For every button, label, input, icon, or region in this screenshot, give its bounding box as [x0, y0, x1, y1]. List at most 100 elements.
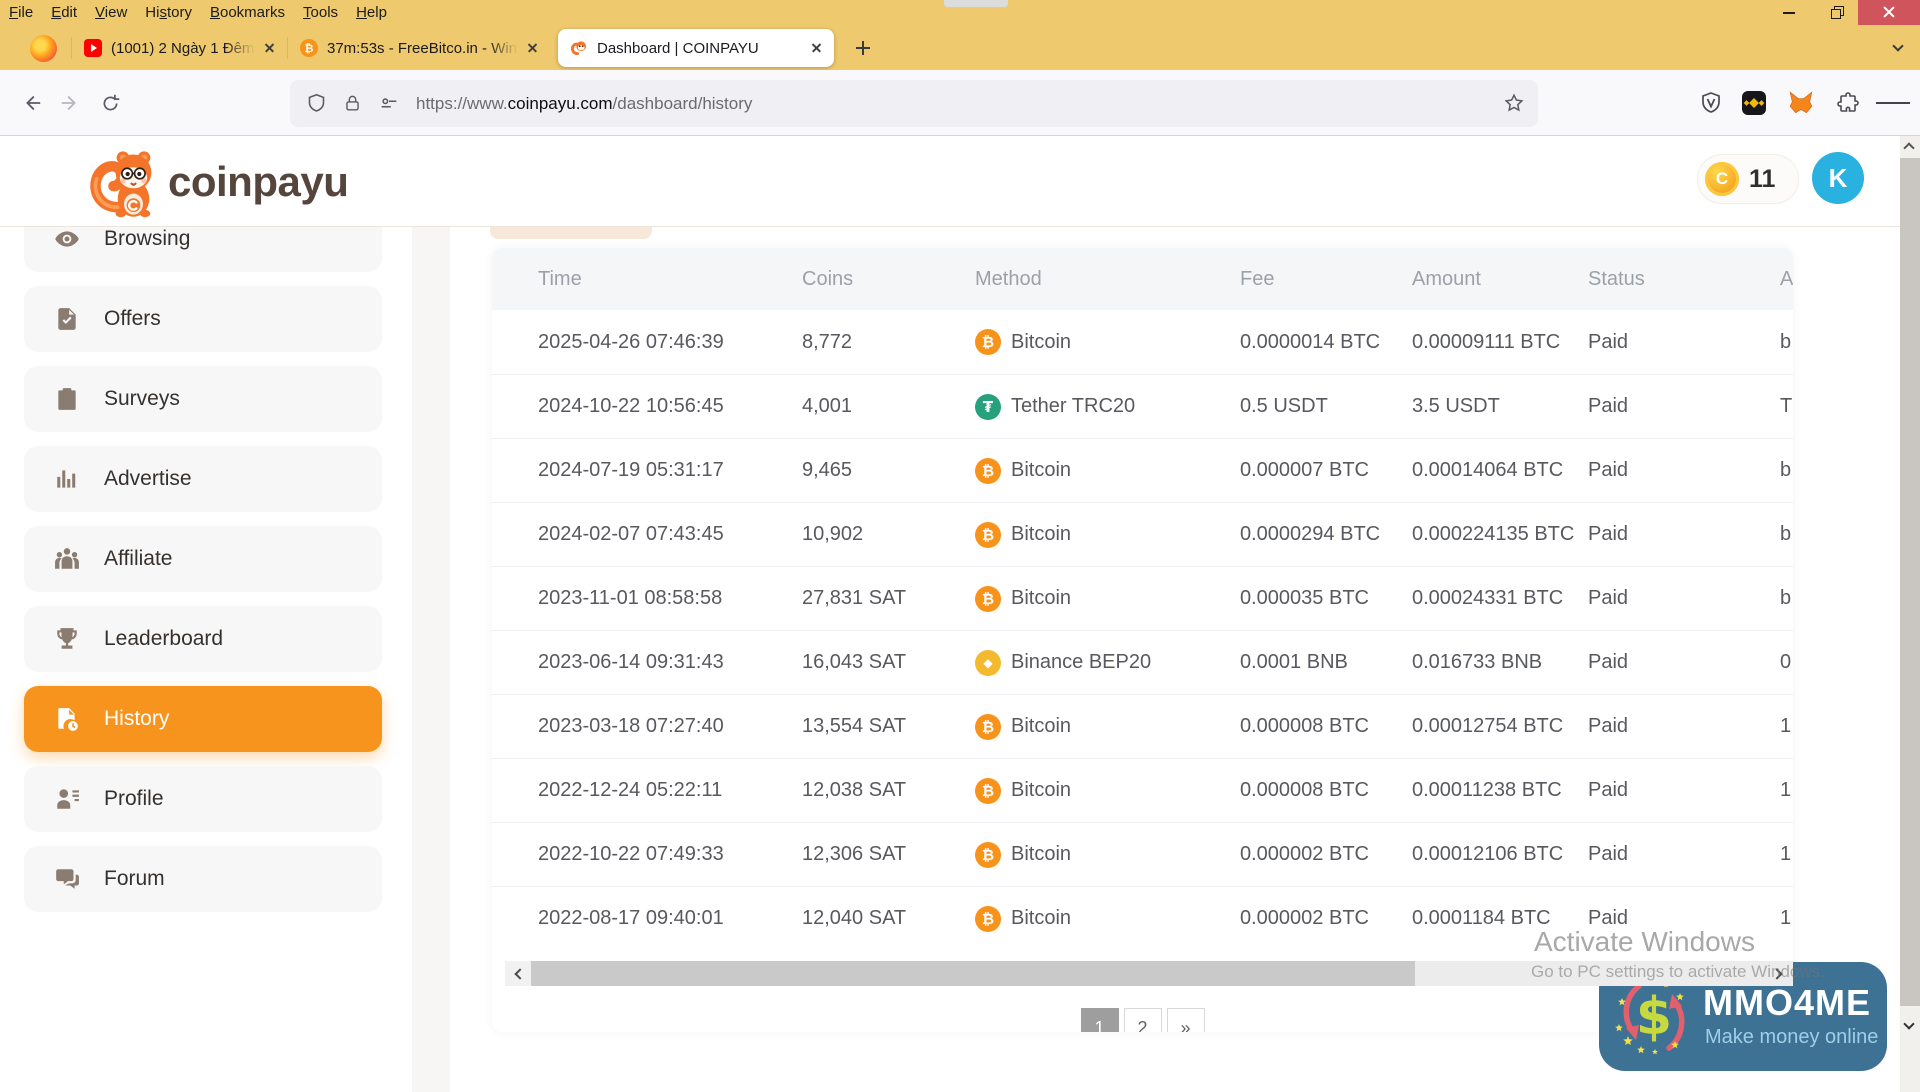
cell-method: ₿Bitcoin [975, 329, 1240, 355]
cell-method: ₿Bitcoin [975, 586, 1240, 612]
vertical-scrollbar[interactable] [1900, 136, 1920, 1092]
forward-button[interactable] [52, 85, 88, 121]
youtube-favicon-icon [84, 39, 102, 57]
cell-fee: 0.000008 BTC [1240, 715, 1412, 738]
vertical-scroll-thumb[interactable] [1900, 158, 1920, 1006]
cell-method: ₿Bitcoin [975, 842, 1240, 868]
new-tab-button[interactable] [848, 33, 878, 63]
cell-status: Paid [1588, 651, 1780, 674]
cell-amount: 0.00012754 BTC [1412, 715, 1588, 738]
permissions-icon[interactable] [378, 93, 400, 115]
tab-close-icon[interactable] [261, 39, 279, 57]
column-header-amount: Amount [1412, 268, 1588, 291]
tab-title: (1001) 2 Ngày 1 Đêm Mùa 2 | Tậ [111, 40, 255, 57]
reload-icon [100, 93, 121, 114]
navigation-toolbar: https://www.coinpayu.com/dashboard/histo… [0, 70, 1920, 136]
column-header-time: Time [538, 268, 802, 291]
browser-tab-1[interactable]: (1001) 2 Ngày 1 Đêm Mùa 2 | Tậ [72, 29, 287, 67]
sidebar-item-history[interactable]: History [24, 686, 382, 752]
bitcoin-icon: ₿ [975, 714, 1001, 740]
menu-file[interactable]: File [0, 0, 42, 26]
bookmark-star-icon[interactable] [1503, 92, 1525, 119]
sidebar-item-surveys[interactable]: Surveys [24, 366, 382, 432]
url-bar[interactable]: https://www.coinpayu.com/dashboard/histo… [290, 80, 1538, 127]
browser-tab-2[interactable]: ₿37m:53s - FreeBitco.in - Win free [288, 29, 550, 67]
user-avatar[interactable]: K [1812, 152, 1864, 204]
sidebar-item-affiliate[interactable]: Affiliate [24, 526, 382, 592]
sidebar-item-offers[interactable]: Offers [24, 286, 382, 352]
method-name: Tether TRC20 [1011, 395, 1135, 418]
cell-amount: 0.00012106 BTC [1412, 843, 1588, 866]
bitcoin-icon: ₿ [975, 329, 1001, 355]
scroll-left-button[interactable] [505, 961, 531, 986]
lock-icon[interactable] [343, 94, 362, 113]
active-filter-tab-remnant[interactable] [490, 227, 652, 239]
sidebar-item-label: Advertise [104, 467, 192, 491]
cell-method: ₿Bitcoin [975, 778, 1240, 804]
coin-balance[interactable]: C 11 [1698, 155, 1798, 203]
brand-name[interactable]: coinpayu [168, 158, 348, 206]
menu-view[interactable]: View [86, 0, 136, 26]
menu-history[interactable]: History [136, 0, 201, 26]
sidebar-item-advertise[interactable]: Advertise [24, 446, 382, 512]
scroll-down-icon[interactable] [1903, 1018, 1914, 1029]
minimize-icon [1783, 12, 1795, 14]
cell-status: Paid [1588, 331, 1780, 354]
menu-bookmarks[interactable]: Bookmarks [201, 0, 294, 26]
sidebar-item-label: Affiliate [104, 547, 173, 571]
reload-button[interactable] [92, 85, 128, 121]
binance-wallet-extension-icon[interactable] [1737, 86, 1771, 120]
sidebar-item-leaderboard[interactable]: Leaderboard [24, 606, 382, 672]
back-arrow-icon [21, 92, 43, 114]
tab-bar: (1001) 2 Ngày 1 Đêm Mùa 2 | Tậ ₿37m:53s -… [0, 26, 1920, 70]
cell-address: b [1780, 587, 1793, 610]
firefox-window: FileEditViewHistoryBookmarksToolsHelp (1… [0, 0, 1920, 1092]
play-icon [91, 44, 97, 52]
sidebar-item-forum[interactable]: Forum [24, 846, 382, 912]
cell-time: 2024-02-07 07:43:45 [538, 523, 802, 546]
bitcoin-icon: ₿ [975, 842, 1001, 868]
sidebar-item-profile[interactable]: Profile [24, 766, 382, 832]
window-controls [1766, 0, 1920, 25]
sidebar-item-label: Forum [104, 867, 165, 891]
cell-fee: 0.0000014 BTC [1240, 331, 1412, 354]
tether-icon: ₮ [975, 394, 1001, 420]
extensions-puzzle-icon[interactable] [1831, 86, 1865, 120]
star-icon [1623, 1036, 1633, 1045]
menu-tools[interactable]: Tools [294, 0, 347, 26]
cell-address: b [1780, 523, 1793, 546]
affiliate-icon [54, 546, 80, 572]
browser-tab-3[interactable]: Dashboard | COINPAYU [558, 29, 834, 67]
violentmonkey-extension-icon[interactable] [1694, 86, 1728, 120]
star-icon [1615, 1024, 1623, 1031]
page-button-1[interactable]: 1 [1081, 1008, 1119, 1032]
coinpayu-logo[interactable] [88, 144, 160, 227]
bitcoin-icon: ₿ [975, 778, 1001, 804]
cell-address: 1 [1780, 779, 1793, 802]
url-scheme: https://www. [416, 94, 508, 113]
minimize-button[interactable] [1766, 0, 1812, 25]
cell-fee: 0.5 USDT [1240, 395, 1412, 418]
cell-time: 2024-07-19 05:31:17 [538, 459, 802, 482]
url-text: https://www.coinpayu.com/dashboard/histo… [416, 94, 752, 114]
bitcoin-icon: ₿ [975, 522, 1001, 548]
shield-icon[interactable] [306, 93, 327, 114]
back-button[interactable] [14, 85, 50, 121]
metamask-extension-icon[interactable] [1784, 86, 1818, 120]
page-button-»[interactable]: » [1167, 1008, 1205, 1032]
horizontal-scroll-thumb[interactable] [531, 961, 1415, 986]
forum-icon [54, 866, 80, 892]
menu-help[interactable]: Help [347, 0, 396, 26]
tab-close-icon[interactable] [524, 39, 542, 57]
restore-button[interactable] [1812, 0, 1858, 25]
close-button[interactable] [1858, 0, 1920, 25]
sidebar-item-label: History [104, 707, 169, 731]
history-table-card: TimeCoinsMethodFeeAmountStatusA 2025-04-… [492, 248, 1793, 1032]
tab-close-icon[interactable] [808, 39, 826, 57]
list-all-tabs-icon[interactable] [1892, 40, 1903, 51]
scroll-up-icon[interactable] [1903, 142, 1914, 153]
menu-edit[interactable]: Edit [42, 0, 86, 26]
app-menu-hamburger-icon[interactable] [1876, 86, 1910, 120]
badge-title: MMO4ME [1703, 982, 1871, 1024]
page-button-2[interactable]: 2 [1124, 1008, 1162, 1032]
